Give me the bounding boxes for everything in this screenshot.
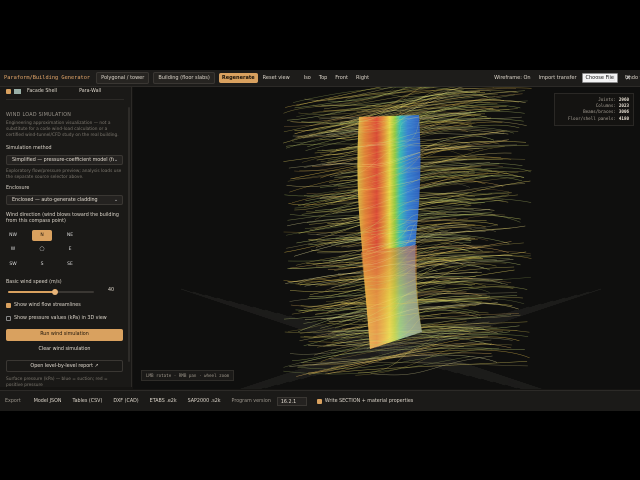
wind-simulation-render [180,87,602,389]
open-report-button[interactable]: Open level-by-level report ↗ [6,360,123,372]
compass-n[interactable]: N [32,230,52,241]
compass-nw[interactable]: NW [3,230,23,241]
wind-section-title: WIND LOAD SIMULATION [6,113,72,118]
layer-visible-checkbox[interactable] [6,89,11,94]
layer-type: Para-Wall [79,89,102,94]
wireframe-toggle[interactable]: Wireframe: On [491,73,533,83]
minimize-icon[interactable]: – [588,70,604,86]
export-tables-csv-button[interactable]: Tables (CSV) [68,396,106,407]
model-stats-panel: Joints: 2960 Columns: 2023 Beams/braces: 30… [554,93,634,126]
method-label: Simulation method [6,146,52,151]
chevron-down-icon: ⌄ [113,198,118,203]
method-select[interactable]: Simplified — pressure-coefficient model … [6,155,123,165]
reset-view-button[interactable]: Reset view [260,73,293,83]
app-title: Paraform/Building Generator [4,75,91,81]
wind-speed-handle[interactable] [52,289,58,295]
maximize-icon[interactable]: □ [604,70,620,86]
wind-speed-fill [8,291,56,293]
view-iso-button[interactable]: Iso [301,73,314,83]
layer-label: Facade Shell [27,89,58,94]
wind-disclaimer: Engineering approximation visualization … [6,121,119,138]
3d-viewport[interactable]: Joints: 2960 Columns: 2023 Beams/braces: 30… [133,87,640,389]
wind-speed-value: 40 [108,288,115,293]
wind-speed-slider[interactable] [8,289,94,295]
chevron-down-icon: ⌄ [113,158,118,163]
layer-color-swatch[interactable] [14,89,21,94]
shape-select[interactable]: Polygonal / tower [96,72,150,84]
compass-ne[interactable]: NE [60,230,80,241]
stat-label: Floor/shell panels: [568,115,616,121]
divider [6,99,124,100]
pressure-values-label: Show pressure values (kPa) in 3D view [14,316,107,321]
view-front-button[interactable]: Front [332,73,351,83]
view-right-button[interactable]: Right [353,73,372,83]
compass-w[interactable]: W [3,244,23,255]
streamlines-label: Show wind flow streamlines [14,303,81,308]
enclosure-select-value: Enclosed — auto-generate cladding [12,198,98,203]
app-window: Paraform/Building Generator Polygonal / … [0,70,640,411]
streamline [355,343,493,376]
compass-e[interactable]: E [60,244,80,255]
export-dxf-button[interactable]: DXF (CAD) [109,396,142,407]
close-icon[interactable]: ✕ [620,70,636,86]
export-etabs-button[interactable]: ETABS .e2k [146,396,181,407]
pressure-legend-note: Surface pressure (kPa) — blue = suction;… [6,377,108,387]
program-version-label: Program version [231,398,271,404]
enclosure-select[interactable]: Enclosed — auto-generate cladding ⌄ [6,195,123,205]
mode-select[interactable]: Building (floor slabs) [153,72,215,84]
compass-center-icon: ◯ [39,247,45,252]
write-section-label: Write SECTION + material properties [324,398,414,404]
run-wind-simulation-button[interactable]: Run wind simulation [6,329,123,341]
navigation-hint: LMB rotate · RMB pan · wheel zoom [141,370,235,381]
export-model-json-button[interactable]: Model JSON [30,396,66,407]
compass-se[interactable]: SE [60,259,80,270]
enclosure-label: Enclosure [6,186,30,191]
wind-direction-label: Wind direction (wind blows toward the bu… [6,213,119,224]
sidebar-scrollbar[interactable] [128,107,130,362]
export-sap2000-button[interactable]: SAP2000 .s2k [184,396,225,407]
top-toolbar: Paraform/Building Generator Polygonal / … [0,70,640,87]
pressure-values-checkbox[interactable] [6,316,11,321]
view-top-button[interactable]: Top [316,73,330,83]
wind-speed-label: Basic wind speed (m/s) [6,280,62,285]
method-note: Exploratory flow/pressure preview; analy… [6,169,122,180]
compass-s[interactable]: S [32,259,52,270]
stat-value: 4180 [618,115,629,121]
clear-wind-simulation-button[interactable]: Clear wind simulation [6,344,123,356]
sidebar-panel: Facade Shell Para-Wall WIND LOAD SIMULAT… [0,87,132,387]
method-select-value: Simplified — pressure-coefficient model … [12,158,114,163]
export-label: Export [5,398,21,404]
streamlines-checkbox[interactable] [6,303,11,308]
regenerate-button[interactable]: Regenerate [218,73,258,83]
compass-sw[interactable]: SW [3,259,23,270]
write-section-checkbox[interactable] [316,398,322,404]
program-version-input[interactable]: 16.2.1 [276,396,307,406]
export-bar: Export Model JSON Tables (CSV) DXF (CAD)… [0,390,640,411]
import-transfer-label: Import transfer [538,75,577,81]
